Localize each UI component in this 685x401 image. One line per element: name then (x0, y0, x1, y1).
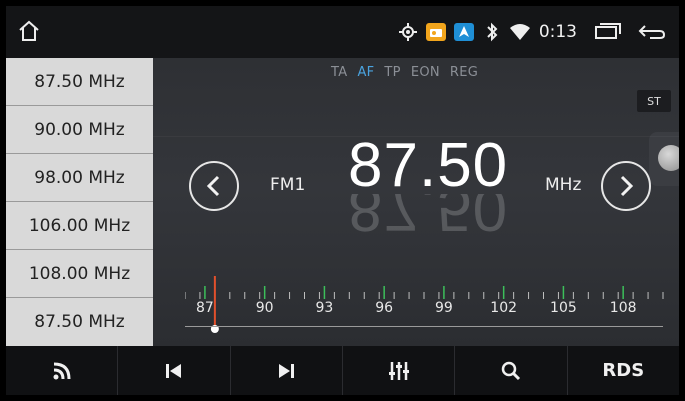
preset-list: 87.50 MHz 90.00 MHz 98.00 MHz 106.00 MHz… (6, 58, 153, 346)
rds-flags: TA AF TP EON REG (331, 65, 478, 80)
scan-icon (53, 362, 71, 379)
preset-item-6[interactable]: 87.50 MHz (6, 298, 153, 345)
scale-label-99: 99 (434, 300, 453, 316)
flag-eon[interactable]: EON (411, 65, 440, 80)
chevron-right-icon (620, 175, 634, 197)
scale-label-96: 96 (375, 300, 394, 316)
search-button[interactable] (455, 346, 568, 395)
equalizer-button[interactable] (343, 346, 456, 395)
tuner-panel: TA AF TP EON REG ST FM1 87.50 87.50 MHz … (153, 58, 679, 346)
bluetooth-icon (481, 21, 503, 43)
flag-ta[interactable]: TA (331, 65, 347, 80)
handle-dot (658, 145, 679, 171)
equalizer-icon (388, 361, 409, 380)
scale-baseline (185, 326, 663, 327)
band-label[interactable]: FM1 (270, 175, 305, 195)
home-icon[interactable] (16, 18, 42, 44)
previous-icon (165, 363, 181, 378)
next-icon (279, 363, 295, 378)
side-drawer-handle[interactable] (649, 132, 679, 186)
nav-app-icon[interactable] (453, 21, 475, 43)
seek-next-button[interactable] (601, 161, 651, 211)
scale-label-105: 105 (550, 300, 577, 316)
flag-reg[interactable]: REG (450, 65, 478, 80)
frequency-value: 87.50 (348, 131, 509, 200)
tuner-scale[interactable]: 87 90 93 96 99 102 105 108 (185, 274, 665, 344)
radio-app-icon[interactable] (425, 21, 447, 43)
frequency-reflection: 87.50 (348, 194, 508, 243)
chevron-left-icon (206, 175, 220, 197)
preset-item-5[interactable]: 108.00 MHz (6, 250, 153, 298)
scale-label-93: 93 (315, 300, 334, 316)
back-icon[interactable] (637, 21, 667, 43)
status-time: 0:13 (538, 22, 577, 42)
scale-label-102: 102 (490, 300, 518, 316)
rds-button[interactable]: RDS (568, 346, 679, 395)
frequency-unit: MHz (545, 175, 582, 195)
search-icon (501, 361, 521, 380)
scale-label-90: 90 (255, 300, 274, 316)
wifi-icon (509, 21, 531, 43)
bottom-toolbar: RDS (6, 346, 679, 395)
status-bar: 0:13 (6, 6, 679, 58)
rds-label: RDS (602, 360, 645, 381)
flag-tp[interactable]: TP (384, 65, 400, 80)
frequency-display: 87.50 87.50 (348, 128, 509, 243)
previous-button[interactable] (118, 346, 231, 395)
preset-item-1[interactable]: 87.50 MHz (6, 58, 153, 106)
preset-item-2[interactable]: 90.00 MHz (6, 106, 153, 154)
stereo-badge: ST (637, 90, 671, 112)
preset-item-3[interactable]: 98.00 MHz (6, 154, 153, 202)
scale-label-108: 108 (609, 300, 637, 316)
preset-item-4[interactable]: 106.00 MHz (6, 202, 153, 250)
location-icon (397, 21, 419, 43)
flag-af[interactable]: AF (357, 65, 374, 80)
recent-apps-icon[interactable] (593, 21, 623, 43)
seek-prev-button[interactable] (189, 161, 239, 211)
next-button[interactable] (231, 346, 343, 395)
radio-screen: 0:13 87.50 MHz 90.00 MHz 98.00 MHz 106.0… (6, 6, 679, 395)
scan-button[interactable] (6, 346, 119, 395)
scale-label-87: 87 (195, 300, 214, 316)
